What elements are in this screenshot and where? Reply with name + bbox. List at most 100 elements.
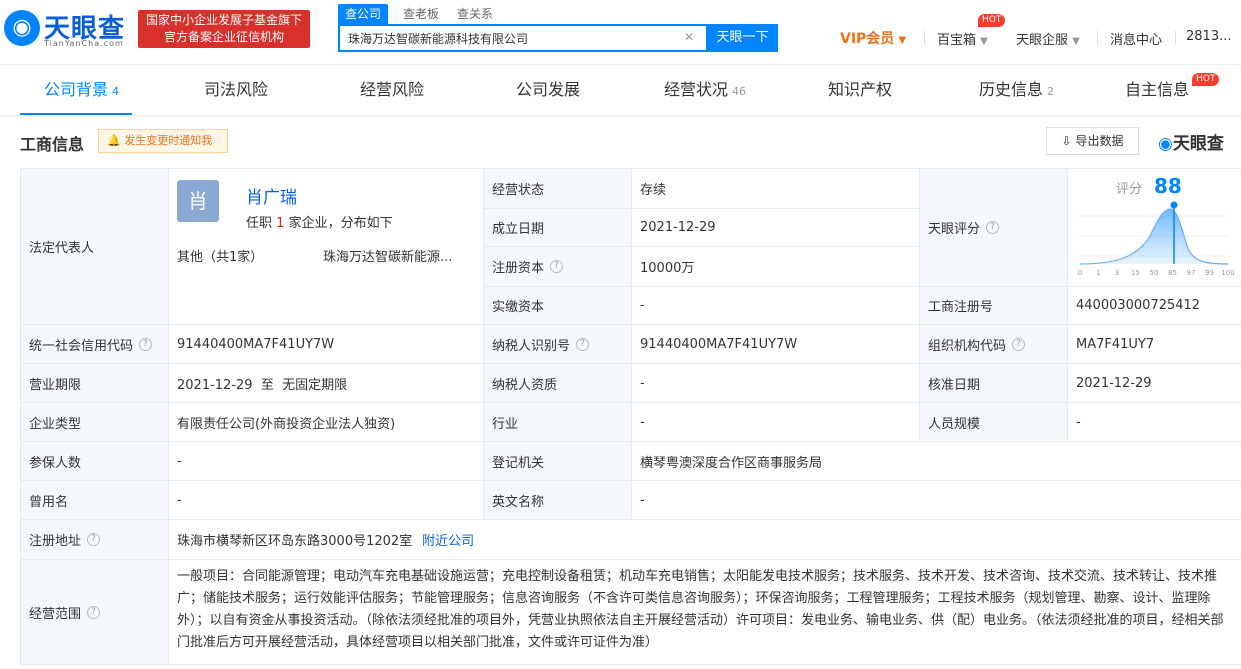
cell-text: 法定代表人 <box>29 241 95 256</box>
search-input[interactable] <box>340 26 680 50</box>
cell-text: 2021-12-29 <box>640 220 716 235</box>
cell-text: - <box>177 492 182 508</box>
help-icon[interactable]: ? <box>576 337 590 351</box>
avatar[interactable]: 肖 <box>177 180 219 222</box>
cell-text: 纳税人识别号 <box>492 338 571 354</box>
help-icon[interactable]: ? <box>986 221 1000 234</box>
summary-count: 1 <box>276 216 285 231</box>
tab-count: 4 <box>112 85 120 98</box>
tianyancha-logo[interactable]: ◉ 天眼查 TianYanCha.com <box>4 8 132 52</box>
search-button[interactable]: 天眼一下 <box>707 24 778 52</box>
help-icon[interactable]: ? <box>87 533 101 546</box>
tab-label: 公司背景 <box>44 80 109 99</box>
approve-label: 核准日期 <box>920 364 1068 403</box>
tab-company-background[interactable]: 公司背景 4 <box>44 65 119 115</box>
clear-icon[interactable]: ✕ <box>684 30 694 44</box>
tab-label: 经营状况 <box>664 80 729 99</box>
search-box: ✕ <box>338 24 708 52</box>
tick-label: 1 <box>1096 269 1100 277</box>
tick-label: 15 <box>1131 269 1140 277</box>
score-chart-cell: 评分 88 0 1 3 15 50 85 97 99 100 <box>1068 169 1241 287</box>
active-tab-indicator <box>20 113 132 115</box>
tab-company-development[interactable]: 公司发展 <box>516 65 580 115</box>
tab-label: 公司发展 <box>516 80 581 99</box>
tab-judicial-risk[interactable]: 司法风险 <box>204 65 268 115</box>
tick-label: 99 <box>1205 269 1214 277</box>
top-header: ◉ 天眼查 TianYanCha.com 国家中小企业发展子基金旗下 官方备案企… <box>0 0 1241 64</box>
company-tabs: 公司背景 4 司法风险 经营风险 公司发展 经营状况 46 知识产权 历史信息 2 自… <box>0 64 1241 116</box>
cell-text: 注册地址 <box>29 534 82 549</box>
cell-text: 人员规模 <box>928 416 981 432</box>
tab-intellectual-property[interactable]: 知识产权 <box>828 65 892 115</box>
hot-badge: HOT <box>1192 73 1220 86</box>
tab-history[interactable]: 历史信息 2 <box>979 65 1054 115</box>
cell-text: - <box>640 298 645 313</box>
hot-badge: HOT <box>978 14 1006 27</box>
help-icon[interactable]: ? <box>1012 337 1026 351</box>
cell-text: 纳税人资质 <box>492 377 558 393</box>
message-center-link[interactable]: 消息中心 <box>1110 29 1162 48</box>
cell-text: 经营状态 <box>492 183 545 198</box>
cell-text: - <box>640 492 645 508</box>
tab-count: 2 <box>1047 85 1055 98</box>
former-name-label: 曾用名 <box>21 481 169 520</box>
baobao-menu[interactable]: 百宝箱 ▼ <box>937 29 988 48</box>
authority-value: 横琴粤澳深度合作区商事服务局 <box>632 442 1241 481</box>
chevron-down-icon: ▼ <box>898 35 907 46</box>
tax-id-label: 纳税人识别号? <box>484 325 632 364</box>
cell-text: 工商注册号 <box>928 300 994 315</box>
paid-label: 实缴资本 <box>484 287 632 325</box>
chevron-down-icon: ▼ <box>1072 36 1080 47</box>
tax-id-value: 91440400MA7F41UY7W <box>632 325 920 364</box>
legal-rep-company-link[interactable]: 珠海万达智碳新能源... <box>323 246 452 265</box>
former-name-value: - <box>169 481 484 520</box>
enterprise-menu[interactable]: 天眼企服 ▼ <box>1016 29 1080 48</box>
cell-text: 经营范围 <box>29 606 82 622</box>
cell-text: 成立日期 <box>492 222 545 237</box>
cell-text: 91440400MA7F41UY7W <box>177 336 335 352</box>
search-tab-company[interactable]: 查公司 <box>338 4 389 24</box>
nav-divider <box>924 31 925 45</box>
org-code-label: 组织机构代码? <box>920 325 1068 364</box>
capital-value: 10000万 <box>632 247 920 287</box>
tick-label: 100 <box>1221 269 1234 277</box>
org-code-value: MA7F41UY7 <box>1068 325 1241 364</box>
cell-text: 10000万 <box>640 261 695 276</box>
cell-text: 91440400MA7F41UY7W <box>640 336 798 352</box>
capital-label: 注册资本? <box>484 247 632 287</box>
search-tab-relation[interactable]: 查关系 <box>450 4 500 24</box>
industry-label: 行业 <box>484 403 632 442</box>
cell-text: 统一社会信用代码 <box>29 338 134 354</box>
help-icon[interactable]: ? <box>87 605 101 619</box>
score-label: 天眼评分? <box>920 169 1068 287</box>
help-icon[interactable]: ? <box>139 337 153 351</box>
legal-rep-name[interactable]: 肖广瑞 <box>246 183 297 208</box>
tab-operation-risk[interactable]: 经营风险 <box>360 65 424 115</box>
english-name-value: - <box>632 481 1241 520</box>
tab-self-info[interactable]: 自主信息 <box>1125 65 1189 115</box>
tick-label: 0 <box>1078 269 1082 277</box>
cell-text: 注册资本 <box>492 261 545 276</box>
legal-rep-summary: 任职 1 家企业，分布如下 <box>246 212 393 231</box>
help-icon[interactable]: ? <box>550 260 564 273</box>
tab-count: 46 <box>732 85 747 98</box>
tick-label: 85 <box>1168 269 1177 277</box>
tab-label: 历史信息 <box>979 80 1044 99</box>
nav-divider <box>1175 31 1176 45</box>
user-menu[interactable]: 2813... <box>1186 29 1231 44</box>
founded-label: 成立日期 <box>484 209 632 247</box>
tab-label: 司法风险 <box>204 80 269 99</box>
search-tab-boss[interactable]: 查老板 <box>396 4 446 24</box>
export-label: 导出数据 <box>1075 134 1124 148</box>
logo-subtext: TianYanCha.com <box>44 39 124 48</box>
business-info-table: 法定代表人 肖 肖广瑞 任职 1 家企业，分布如下 其他（共1家） 珠海万达智碳… <box>20 168 1241 665</box>
cell-text: 营业期限 <box>29 377 82 393</box>
staff-size-label: 人员规模 <box>920 403 1068 442</box>
nearby-companies-link[interactable]: 附近公司 <box>422 530 474 549</box>
term-value: 2021-12-29 至 无固定期限 <box>169 364 484 403</box>
tab-operation-status[interactable]: 经营状况 46 <box>664 65 746 115</box>
brand-logo: ◉天眼查 <box>1158 129 1224 154</box>
export-data-button[interactable]: ⇩ 导出数据 <box>1046 127 1139 155</box>
vip-menu[interactable]: VIP会员 ▼ <box>840 28 906 48</box>
change-notify-button[interactable]: 🔔 发生变更时通知我 <box>98 129 228 153</box>
